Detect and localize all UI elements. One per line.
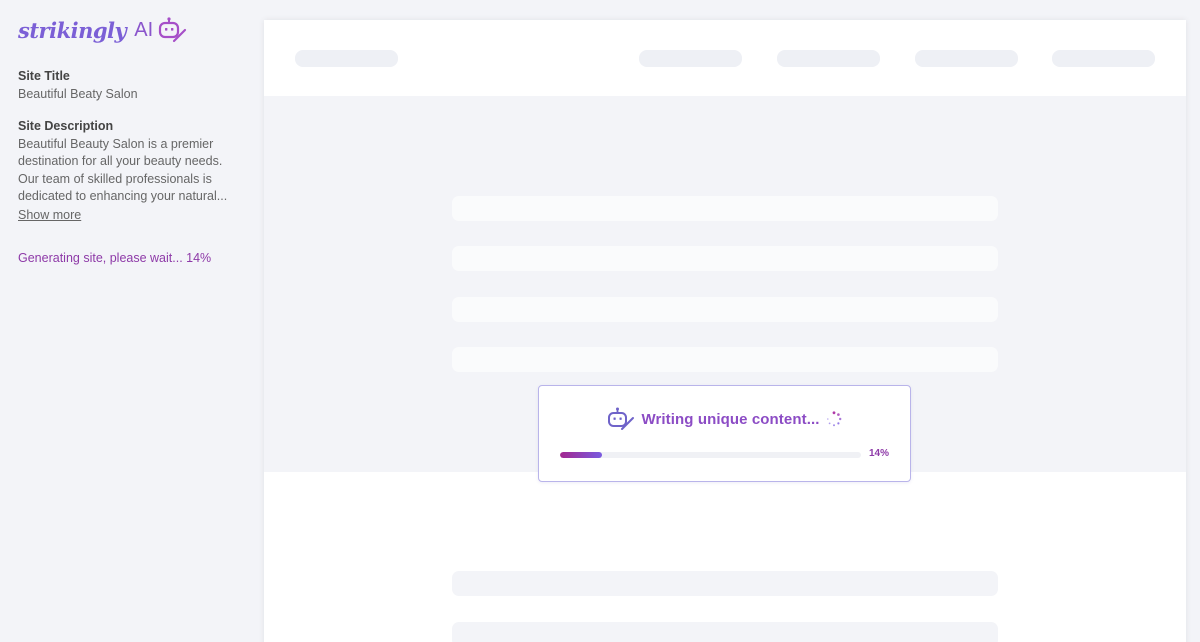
hero-text-placeholder xyxy=(452,297,998,322)
sidebar: strikingly AI Site Title Beautiful Beaty… xyxy=(0,0,250,642)
loading-spinner-icon xyxy=(826,411,841,427)
nav-link-placeholder xyxy=(1052,50,1155,67)
site-description-value: Beautiful Beauty Salon is a premier dest… xyxy=(18,136,232,206)
hero-text-placeholder xyxy=(452,246,998,271)
content-text-placeholder xyxy=(452,622,998,642)
content-text-placeholder xyxy=(452,571,998,596)
progress-card: Writing unique content... 14% xyxy=(538,385,911,482)
site-description-field: Site Description Beautiful Beauty Salon … xyxy=(18,118,232,224)
progress-fill xyxy=(560,452,603,458)
brand-suffix: AI xyxy=(134,18,154,41)
generation-status: Generating site, please wait... 14% xyxy=(18,250,212,265)
site-title-label: Site Title xyxy=(18,69,70,83)
brand-name: strikingly xyxy=(18,17,127,43)
nav-link-placeholder xyxy=(777,50,880,67)
progress-percent: 14% xyxy=(869,448,890,459)
hero-text-placeholder xyxy=(452,196,998,221)
site-title-field: Site Title Beautiful Beaty Salon xyxy=(18,68,232,104)
progress-track xyxy=(560,452,861,458)
site-preview xyxy=(264,20,1186,642)
preview-navbar xyxy=(264,20,1186,96)
robot-pencil-icon xyxy=(608,407,635,430)
nav-link-placeholder xyxy=(639,50,742,67)
nav-logo-placeholder xyxy=(295,50,398,67)
description-line: destination for all your beauty needs. xyxy=(18,154,223,168)
site-description-label: Site Description xyxy=(18,118,114,133)
site-title-value: Beautiful Beaty Salon xyxy=(18,87,138,101)
description-line: Beautiful Beauty Salon is a premier xyxy=(18,136,214,151)
robot-pencil-icon xyxy=(159,17,187,43)
nav-link-placeholder xyxy=(915,50,1018,67)
hero-text-placeholder xyxy=(452,347,998,372)
progress-title: Writing unique content... xyxy=(641,410,820,428)
show-more-link[interactable]: Show more xyxy=(18,206,81,224)
description-line: Our team of skilled professionals is xyxy=(18,171,212,186)
progress-card-header: Writing unique content... xyxy=(539,407,910,431)
description-line: dedicated to enhancing your natural... xyxy=(18,189,228,203)
brand-logo: strikingly AI xyxy=(18,16,232,44)
